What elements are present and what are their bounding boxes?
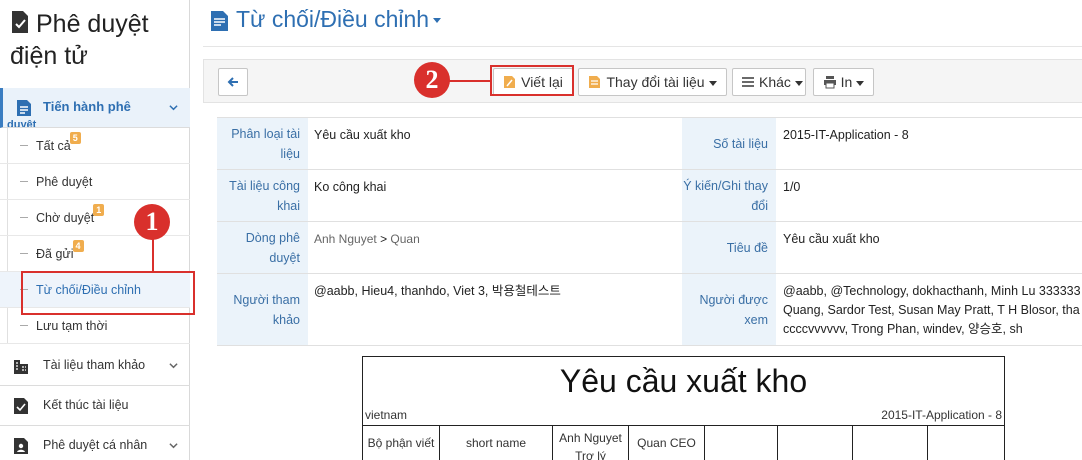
doc-number-label: Số tài liệu xyxy=(682,118,776,169)
sidebar-section-reference-docs[interactable]: Tài liệu tham khảo xyxy=(0,346,190,386)
sidebar-item-label: Lưu tạm thời xyxy=(36,319,108,333)
sidebar-section-label-cont: duyệt xyxy=(7,119,37,128)
viewers-label: Người được xem xyxy=(682,274,776,345)
list-icon xyxy=(742,77,754,87)
public-value: Ko công khai xyxy=(314,180,387,194)
document-title: Yêu cầu xuất kho xyxy=(559,363,808,399)
chevron-down-icon xyxy=(169,105,178,111)
callout-badge-2: 2 xyxy=(414,62,450,98)
document-icon xyxy=(589,76,601,88)
arrow-left-icon xyxy=(227,77,238,87)
grid-cell: Quan CEO xyxy=(629,426,705,460)
highlight-box-toolbar xyxy=(490,65,574,96)
flow-label: Dòng phê duyệt xyxy=(217,222,308,273)
chevron-down-icon xyxy=(169,363,178,369)
grid-cell xyxy=(853,426,928,460)
reference-label: Người tham khảo xyxy=(217,274,308,345)
grid-cell: short name xyxy=(440,426,553,460)
document-list-icon xyxy=(211,11,228,31)
change-document-button[interactable]: Thay đổi tài liệu xyxy=(578,68,727,96)
app-title: Phê duyệt điện tử xyxy=(10,8,185,72)
sidebar-item-label: Tất cả 5 xyxy=(36,132,81,153)
document-check-icon xyxy=(12,11,28,33)
document-check-icon xyxy=(14,398,28,414)
table-row: Dòng phê duyệt Anh Nguyet > Quan Tiêu đề… xyxy=(217,222,1082,274)
document-company: vietnam xyxy=(365,408,408,422)
approval-grid: Bộ phận viết short name Anh Nguyet Trợ lý… xyxy=(363,425,1004,460)
building-icon xyxy=(14,360,28,374)
count-badge: 4 xyxy=(72,240,84,252)
page-title[interactable]: Từ chối/Điều chỉnh xyxy=(236,6,442,33)
other-menu-button[interactable]: Khác xyxy=(732,68,806,96)
public-label: Tài liệu công khai xyxy=(217,170,308,221)
callout-connector xyxy=(446,80,492,82)
opinion-label: Ý kiến/Ghi thay đổi xyxy=(682,170,776,221)
grid-cell xyxy=(928,426,1004,460)
sidebar-section-label: Kết thúc tài liệu xyxy=(43,398,129,412)
printer-icon xyxy=(823,76,836,89)
opinion-value: 1/0 xyxy=(783,180,801,194)
caret-down-icon xyxy=(794,80,803,86)
sidebar-section-label: Tiến hành phê xyxy=(43,99,131,114)
caret-down-icon xyxy=(708,80,717,86)
sidebar-section-finished-docs[interactable]: Kết thúc tài liệu xyxy=(0,386,190,426)
app-title-line2: điện tử xyxy=(10,42,88,70)
document-list-icon xyxy=(17,100,31,116)
grid-cell xyxy=(778,426,853,460)
subject-value: Yêu cầu xuất kho xyxy=(783,232,880,246)
grid-cell xyxy=(705,426,778,460)
document-preview: Yêu cầu xuất kho vietnam 2015-IT-Applica… xyxy=(362,356,1005,460)
subject-label: Tiêu đề xyxy=(682,222,776,273)
sidebar-item-all[interactable]: Tất cả 5 xyxy=(0,128,190,164)
doc-category-label: Phân loại tài liệu xyxy=(217,118,308,169)
sidebar-item-label: Đã gửi 4 xyxy=(36,240,84,261)
print-button[interactable]: In xyxy=(813,68,874,96)
document-info-table: Phân loại tài liệu Yêu cầu xuất kho Số t… xyxy=(217,117,1082,346)
divider xyxy=(203,46,1082,47)
toolbar: Viết lại Thay đổi tài liệu Khác In xyxy=(203,59,1082,103)
table-row: Người tham khảo @aabb, Hieu4, thanhdo, V… xyxy=(217,274,1082,346)
caret-down-icon xyxy=(856,80,865,86)
chevron-down-icon xyxy=(169,443,178,449)
sidebar-section-approval-process[interactable]: Tiến hành phê duyệt xyxy=(0,88,190,128)
sidebar-item-label: Phê duyệt xyxy=(36,175,93,189)
sidebar-section-label: Tài liệu tham khảo xyxy=(43,358,146,372)
count-badge: 1 xyxy=(93,204,105,216)
sidebar-item-approve[interactable]: Phê duyệt xyxy=(0,164,190,200)
table-row: Phân loại tài liệu Yêu cầu xuất kho Số t… xyxy=(217,118,1082,170)
approval-flow: Anh Nguyet > Quan xyxy=(314,232,420,246)
grid-cell: Anh Nguyet Trợ lý xyxy=(553,426,629,460)
callout-badge-1: 1 xyxy=(134,204,170,240)
app-title-line1: Phê duyệt xyxy=(36,10,149,38)
count-badge: 5 xyxy=(69,132,81,144)
highlight-box-sidebar xyxy=(21,271,195,315)
viewers-value: @aabb, @Technology, dokhacthanh, Minh Lu… xyxy=(783,284,1081,336)
sidebar-item-sent[interactable]: Đã gửi 4 xyxy=(0,236,190,272)
back-button[interactable] xyxy=(218,68,248,96)
doc-number-value: 2015-IT-Application - 8 xyxy=(783,128,909,142)
document-number: 2015-IT-Application - 8 xyxy=(881,408,1002,422)
caret-down-icon xyxy=(433,18,442,24)
sidebar-item-label: Chờ duyệt 1 xyxy=(36,204,105,225)
sidebar-section-label: Phê duyệt cá nhân xyxy=(43,438,148,452)
reference-value: @aabb, Hieu4, thanhdo, Viet 3, 박용철테스트 xyxy=(314,284,561,298)
document-user-icon xyxy=(14,438,28,454)
doc-category-value: Yêu cầu xuất kho xyxy=(314,128,411,142)
grid-cell: Bộ phận viết xyxy=(363,426,440,460)
table-row: Tài liệu công khai Ko công khai Ý kiến/G… xyxy=(217,170,1082,222)
sidebar-section-personal-approval[interactable]: Phê duyệt cá nhân xyxy=(0,426,190,460)
